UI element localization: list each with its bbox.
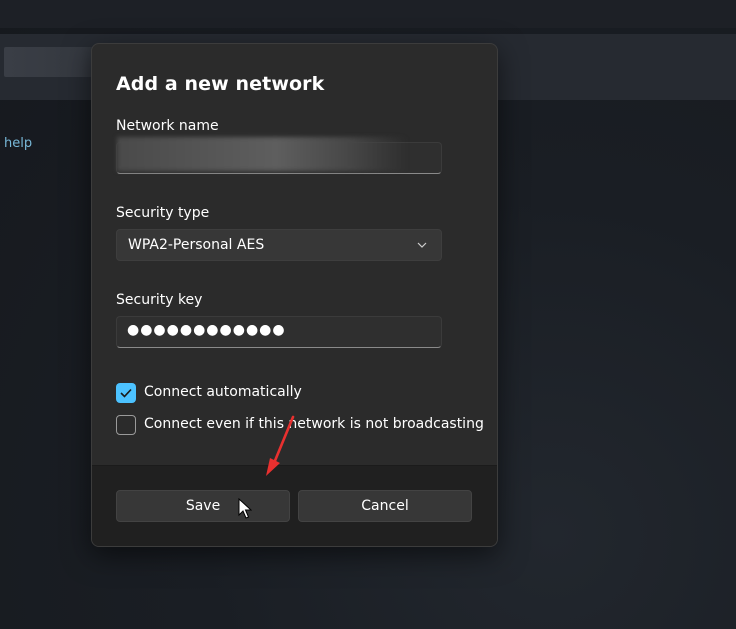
- annotation-arrow-icon: [266, 415, 295, 476]
- security-key-masked-value: ●●●●●●●●●●●●: [127, 322, 286, 338]
- security-type-value: WPA2-Personal AES: [128, 237, 265, 253]
- network-name-input[interactable]: [116, 137, 442, 174]
- security-key-label: Security key: [116, 292, 203, 308]
- cancel-button[interactable]: Cancel: [298, 490, 472, 522]
- dialog-title: Add a new network: [116, 73, 325, 95]
- background-help-link[interactable]: help: [4, 136, 32, 151]
- mouse-pointer-icon: [238, 498, 252, 519]
- checkmark-icon: [120, 388, 132, 398]
- connect-not-broadcasting-checkbox[interactable]: [116, 415, 136, 435]
- connect-not-broadcasting-label: Connect even if this network is not broa…: [144, 416, 484, 432]
- chevron-down-icon: [417, 242, 427, 248]
- network-name-label: Network name: [116, 118, 219, 134]
- connect-automatically-checkbox[interactable]: [116, 383, 136, 403]
- security-type-label: Security type: [116, 205, 210, 221]
- security-type-dropdown[interactable]: WPA2-Personal AES: [116, 229, 442, 261]
- security-key-input[interactable]: ●●●●●●●●●●●●: [116, 316, 442, 348]
- background-top-strip: [0, 0, 736, 28]
- connect-automatically-label: Connect automatically: [144, 384, 302, 400]
- save-button[interactable]: Save: [116, 490, 290, 522]
- redacted-network-name: [117, 137, 407, 171]
